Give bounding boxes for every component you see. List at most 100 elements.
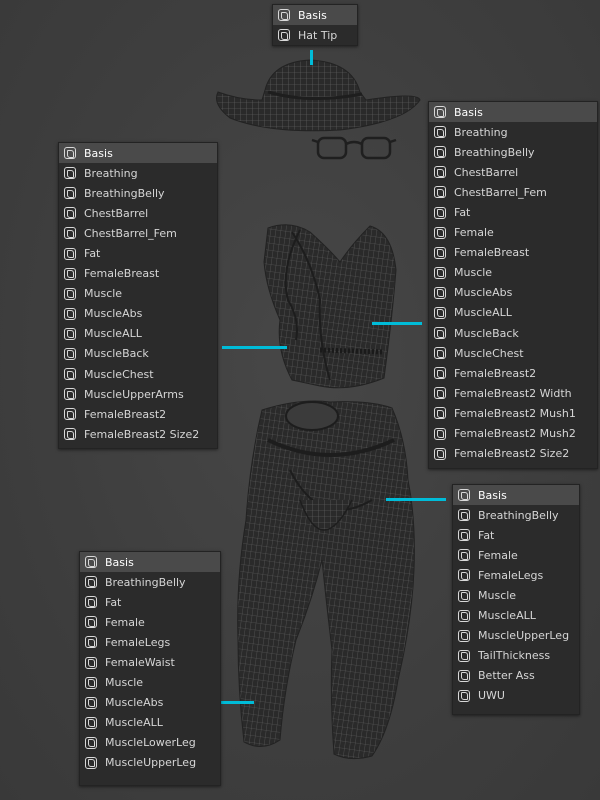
shape-key-row[interactable]: FemaleBreast2 Mush1 [429, 403, 597, 423]
shape-key-label: Muscle [84, 287, 123, 301]
shape-key-row[interactable]: Female [453, 545, 579, 565]
shape-key-label: MuscleBack [84, 347, 149, 361]
shape-key-row[interactable]: Better Ass [453, 666, 579, 686]
shape-key-label: ChestBarrel_Fem [454, 185, 547, 199]
shape-key-label: MuscleAbs [454, 286, 513, 300]
shape-key-row[interactable]: Female [429, 223, 597, 243]
shape-key-row[interactable]: FemaleBreast2 [429, 363, 597, 383]
shape-key-row[interactable]: FemaleBreast2 Size2 [59, 424, 217, 444]
shape-key-icon [434, 407, 446, 420]
shape-key-label: FemaleBreast2 Size2 [84, 427, 200, 441]
shape-key-label: FemaleBreast2 [454, 366, 537, 380]
shape-key-row[interactable]: BreathingBelly [80, 572, 220, 592]
shape-key-row[interactable]: FemaleBreast2 Width [429, 383, 597, 403]
shape-key-icon [64, 428, 76, 441]
shape-key-icon [434, 367, 446, 380]
shape-key-row[interactable]: Muscle [80, 673, 220, 693]
shape-key-row[interactable]: ChestBarrel [429, 162, 597, 182]
shape-key-row[interactable]: FemaleBreast2 [59, 404, 217, 424]
shape-key-row[interactable]: FemaleBreast [429, 243, 597, 263]
shape-key-label: Muscle [478, 589, 517, 603]
shape-key-row[interactable]: MuscleALL [59, 324, 217, 344]
shape-key-icon [64, 167, 76, 180]
shape-key-label: MuscleChest [454, 346, 524, 360]
shape-key-label: TailThickness [478, 649, 551, 663]
shape-key-row[interactable]: MuscleBack [59, 344, 217, 364]
shape-key-row[interactable]: ChestBarrel [59, 203, 217, 223]
vest-shape-keys-panel: Basis Breathing BreathingBelly ChestBarrel C… [58, 142, 218, 450]
shape-key-row[interactable]: MuscleBack [429, 323, 597, 343]
shape-key-label: MuscleUpperLeg [478, 629, 570, 643]
shape-key-row[interactable]: Basis [59, 143, 217, 164]
shape-key-icon [64, 388, 76, 401]
shape-key-row[interactable]: Fat [59, 243, 217, 263]
shape-key-row[interactable]: Hat Tip [273, 25, 357, 45]
shape-key-label: BreathingBelly [478, 508, 559, 522]
shape-key-row[interactable]: MuscleAbs [59, 304, 217, 324]
shape-key-icon [85, 676, 97, 689]
shape-key-icon [434, 146, 446, 159]
shape-key-icon [64, 267, 76, 280]
shape-key-label: FemaleBreast2 Mush2 [454, 427, 576, 441]
shape-key-row[interactable]: MuscleChest [429, 343, 597, 363]
shape-key-row[interactable]: Basis [273, 5, 357, 26]
shape-key-row[interactable]: MuscleUpperArms [59, 384, 217, 404]
shape-key-label: ChestBarrel [454, 165, 519, 179]
shape-key-row[interactable]: FemaleBreast [59, 264, 217, 284]
shape-key-label: MuscleALL [478, 609, 536, 623]
shape-key-row[interactable]: Breathing [429, 122, 597, 142]
shape-key-icon [64, 187, 76, 200]
shape-key-row[interactable]: MuscleALL [429, 303, 597, 323]
shape-key-label: Basis [298, 8, 327, 22]
shape-key-row[interactable]: MuscleUpperLeg [80, 753, 220, 773]
shape-key-row[interactable]: Fat [429, 202, 597, 222]
shape-key-row[interactable]: MuscleChest [59, 364, 217, 384]
shape-key-row[interactable]: Muscle [429, 263, 597, 283]
shape-key-label: FemaleBreast2 [84, 407, 167, 421]
vest-leader-line [222, 346, 287, 349]
shape-key-icon [85, 556, 97, 569]
shape-key-label: ChestBarrel_Fem [84, 226, 177, 240]
top-leader-line [372, 322, 422, 325]
shape-key-row[interactable]: ChestBarrel_Fem [59, 223, 217, 243]
shape-key-row[interactable]: BreathingBelly [453, 505, 579, 525]
shape-key-row[interactable]: Female [80, 612, 220, 632]
shape-key-row[interactable]: FemaleLegs [80, 632, 220, 652]
shape-key-row[interactable]: FemaleLegs [453, 565, 579, 585]
shape-key-row[interactable]: Basis [453, 485, 579, 506]
shape-key-icon [85, 616, 97, 629]
shape-key-row[interactable]: TailThickness [453, 646, 579, 666]
shape-key-row[interactable]: MuscleALL [453, 606, 579, 626]
shape-key-row[interactable]: ChestBarrel_Fem [429, 182, 597, 202]
shape-key-row[interactable]: MuscleUpperLeg [453, 626, 579, 646]
shape-key-icon [458, 689, 470, 702]
glasses-mesh [311, 136, 397, 160]
shape-key-row[interactable]: MuscleLowerLeg [80, 733, 220, 753]
shape-key-label: Fat [105, 595, 122, 609]
shape-key-label: MuscleBack [454, 326, 519, 340]
shape-key-row[interactable]: MuscleAbs [80, 693, 220, 713]
shape-key-row[interactable]: FemaleWaist [80, 652, 220, 672]
shape-key-label: MuscleUpperLeg [105, 756, 197, 770]
shape-key-row[interactable]: BreathingBelly [429, 142, 597, 162]
shape-key-icon [458, 629, 470, 642]
shape-key-row[interactable]: UWU [453, 686, 579, 706]
shape-key-row[interactable]: Basis [80, 552, 220, 573]
shape-key-icon [85, 656, 97, 669]
shape-key-row[interactable]: Fat [80, 592, 220, 612]
shape-key-row[interactable]: FemaleBreast2 Size2 [429, 444, 597, 464]
shape-key-row[interactable]: Fat [453, 525, 579, 545]
shape-key-icon [434, 266, 446, 279]
shape-key-row[interactable]: BreathingBelly [59, 183, 217, 203]
shape-key-row[interactable]: Basis [429, 102, 597, 123]
shape-key-row[interactable]: Muscle [59, 284, 217, 304]
shape-key-row[interactable]: FemaleBreast2 Mush2 [429, 424, 597, 444]
shape-key-row[interactable]: Breathing [59, 163, 217, 183]
shape-key-row[interactable]: MuscleALL [80, 713, 220, 733]
shape-key-icon [458, 509, 470, 522]
3d-viewport[interactable]: Basis Hat Tip Basis Breathing BreathingBell… [0, 0, 600, 800]
shape-key-icon [458, 669, 470, 682]
shape-key-icon [85, 696, 97, 709]
shape-key-row[interactable]: MuscleAbs [429, 283, 597, 303]
shape-key-row[interactable]: Muscle [453, 585, 579, 605]
